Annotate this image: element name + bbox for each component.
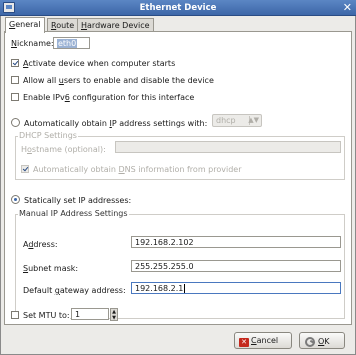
checkbox-unchecked [11, 311, 19, 319]
address-label: Address: [23, 240, 58, 249]
title-bar: Ethernet Device ✕ [0, 0, 356, 16]
auto-dns-checkbox[interactable]: Automatically obtain DNS information fro… [21, 165, 241, 174]
checkbox-unchecked [11, 76, 19, 84]
subnet-mask-input[interactable]: 255.255.255.0 [131, 260, 341, 272]
cancel-icon: ✕ [239, 338, 249, 347]
enable-ipv6-checkbox[interactable]: Enable IPv6 configuration for this inter… [11, 93, 194, 102]
mtu-input[interactable]: 1 [71, 308, 109, 320]
checkbox-checked [11, 59, 19, 67]
ok-icon [304, 336, 315, 347]
gateway-label: Default gateway address: [23, 286, 126, 295]
activate-on-start-checkbox[interactable]: Activate device when computer starts [11, 59, 175, 68]
tab-general[interactable]: General [5, 17, 45, 33]
nickname-input[interactable]: eth0 [53, 37, 90, 49]
static-ip-radio[interactable]: Statically set IP addresses: [11, 195, 131, 205]
mtu-spin-buttons[interactable]: ▲ ▼ [110, 308, 118, 321]
checkbox-checked [21, 165, 29, 173]
tab-hardware-device[interactable]: Hardware Device [77, 18, 154, 32]
ok-button[interactable]: OK [299, 332, 345, 349]
radio-unselected [11, 118, 20, 127]
dropdown-arrow-icon: ▲▼ [248, 116, 259, 124]
dhcp-settings-label: DHCP Settings [18, 131, 78, 140]
checkbox-unchecked [11, 93, 19, 101]
general-page: Nickname: eth0 Activate device when comp… [4, 31, 352, 325]
allow-users-checkbox[interactable]: Allow all users to enable and disable th… [11, 76, 214, 85]
dialog-body: General Route Hardware Device Nickname: … [0, 16, 356, 355]
nickname-label: Nickname: [11, 39, 54, 48]
window-title: Ethernet Device [139, 3, 217, 13]
manual-ip-label: Manual IP Address Settings [18, 209, 129, 218]
auto-method-combo[interactable]: dhcp ▲▼ [212, 114, 262, 127]
address-input[interactable]: 192.168.2.102 [131, 236, 341, 248]
cancel-button[interactable]: ✕ Cancel [234, 332, 292, 349]
set-mtu-checkbox[interactable]: Set MTU to: [11, 311, 70, 320]
subnet-mask-label: Subnet mask: [23, 264, 79, 273]
hostname-label: Hostname (optional): [21, 145, 106, 154]
auto-obtain-radio[interactable]: Automatically obtain IP address settings… [11, 118, 207, 128]
gateway-input[interactable]: 192.168.2.1 [131, 282, 341, 294]
radio-selected [11, 195, 20, 204]
hostname-input[interactable] [115, 141, 341, 153]
tab-route[interactable]: Route [47, 18, 79, 32]
close-icon[interactable]: ✕ [343, 1, 352, 14]
